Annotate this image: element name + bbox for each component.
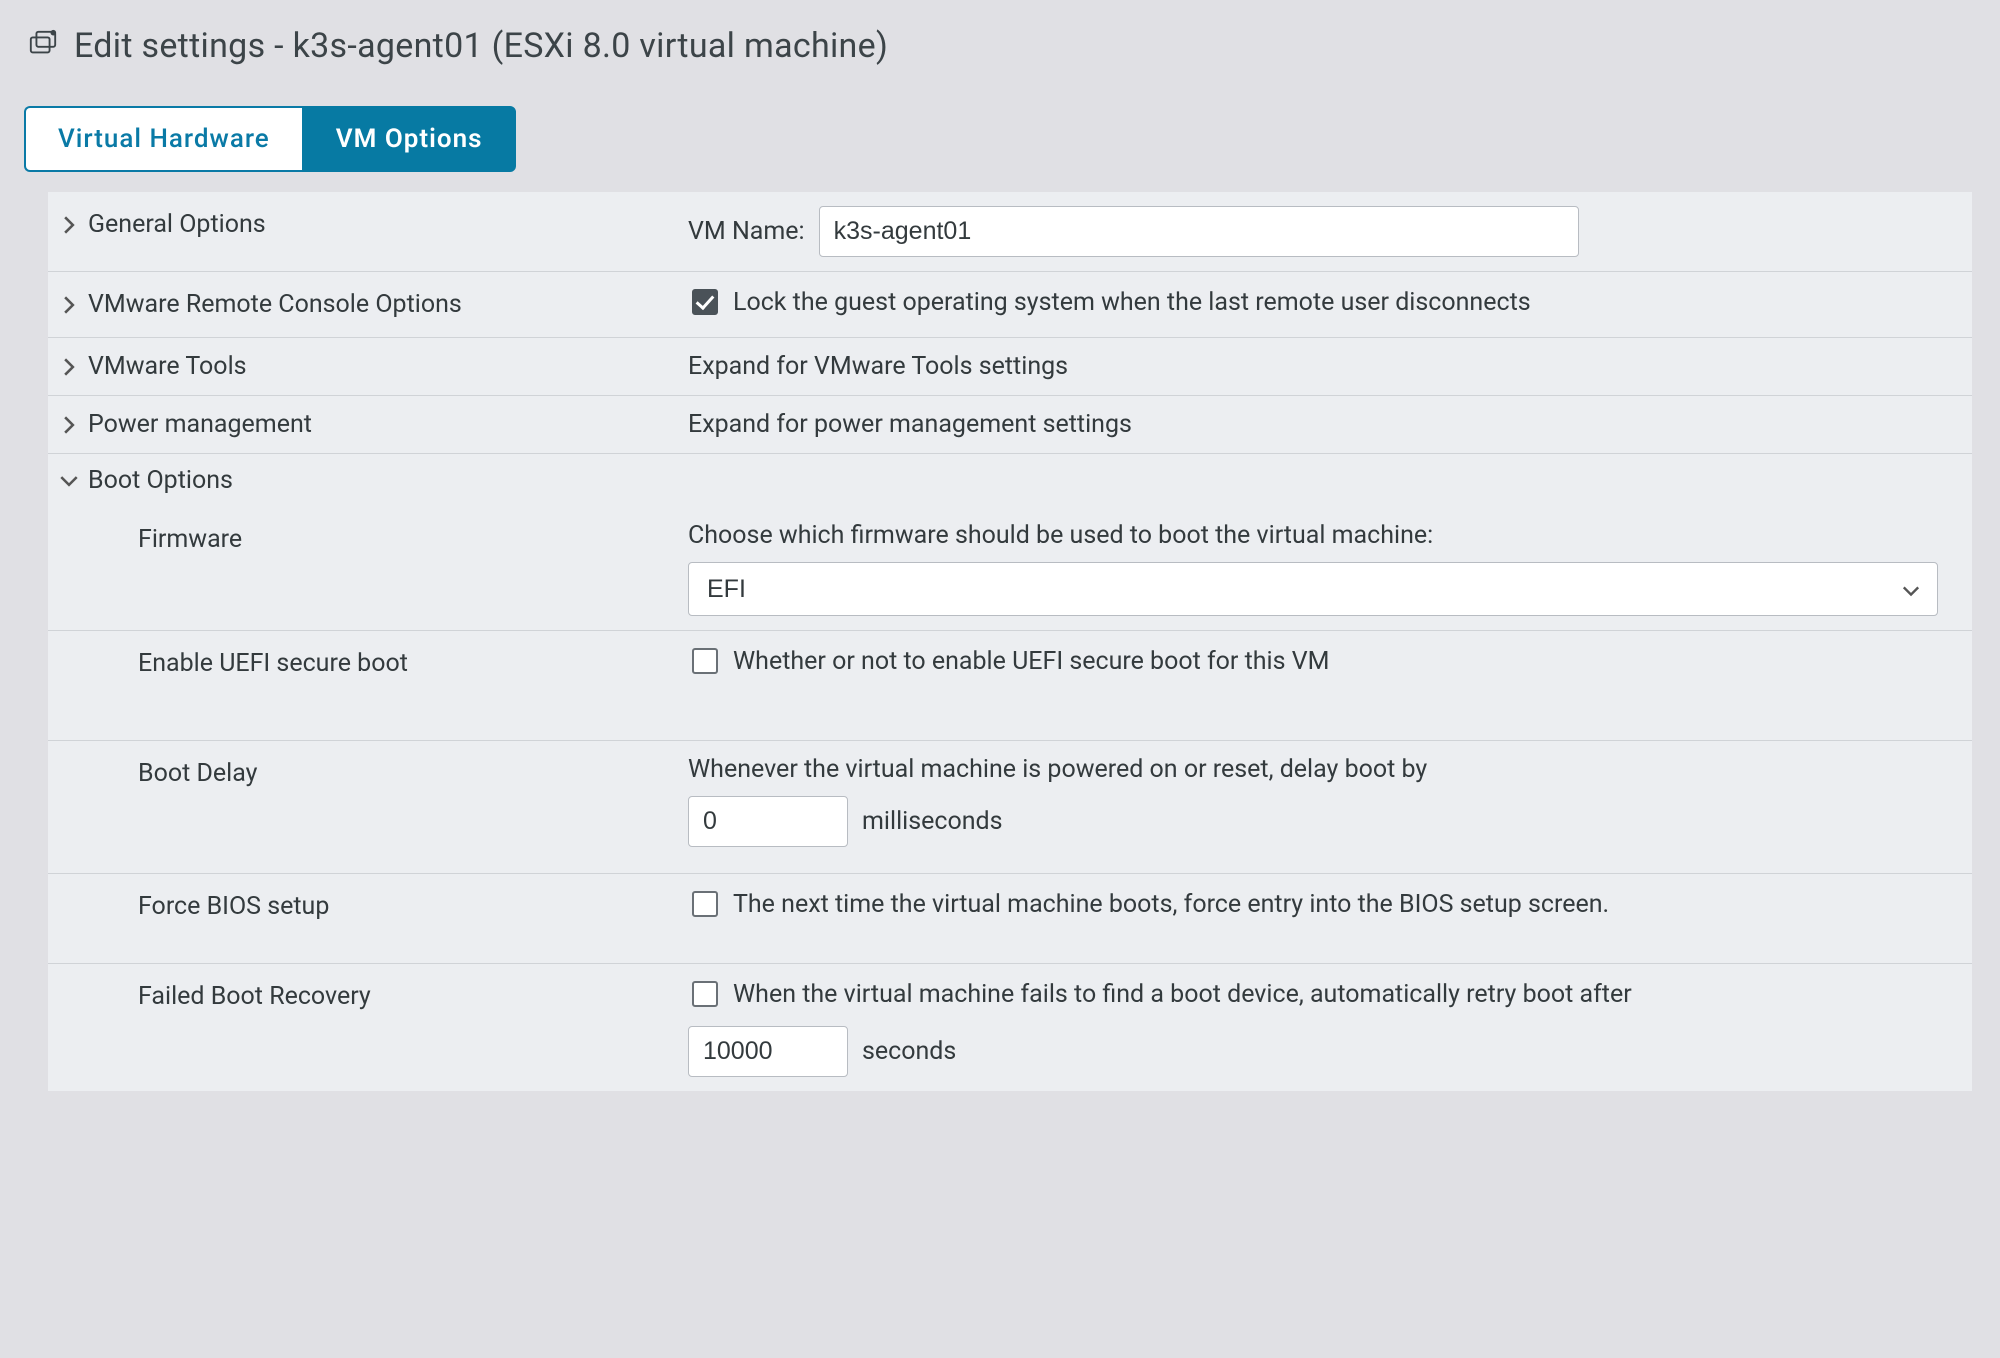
secure-boot-description: Whether or not to enable UEFI secure boo… xyxy=(733,647,1329,676)
label-failed-boot: Failed Boot Recovery xyxy=(138,982,371,1011)
row-boot-delay: Boot Delay Whenever the virtual machine … xyxy=(48,741,1972,874)
power-management-summary: Expand for power management settings xyxy=(688,410,1952,439)
label-general-options: General Options xyxy=(88,210,266,239)
force-bios-checkbox[interactable] xyxy=(692,891,718,917)
label-boot-options: Boot Options xyxy=(88,466,233,495)
label-boot-delay-cell: Boot Delay xyxy=(48,741,688,806)
row-vmware-tools: VMware Tools Expand for VMware Tools set… xyxy=(48,338,1972,396)
vmware-tools-summary: Expand for VMware Tools settings xyxy=(688,352,1952,381)
expander-power-management[interactable]: Power management xyxy=(48,396,688,453)
expander-vmware-tools[interactable]: VMware Tools xyxy=(48,338,688,395)
label-firmware: Firmware xyxy=(138,525,242,554)
row-firmware: Firmware Choose which firmware should be… xyxy=(48,507,1972,631)
edit-settings-dialog: Edit settings - k3s-agent01 (ESXi 8.0 vi… xyxy=(0,0,2000,1358)
chevron-down-icon xyxy=(58,474,80,488)
dialog-title: Edit settings - k3s-agent01 (ESXi 8.0 vi… xyxy=(74,26,888,66)
secure-boot-checkbox[interactable] xyxy=(692,648,718,674)
chevron-right-icon xyxy=(58,358,80,376)
label-vmware-tools: VMware Tools xyxy=(88,352,247,381)
expander-general-options[interactable]: General Options xyxy=(48,192,688,257)
label-force-bios-cell: Force BIOS setup xyxy=(48,874,688,939)
lock-guest-os-checkbox[interactable] xyxy=(692,289,718,315)
vm-settings-icon xyxy=(28,28,58,64)
tab-virtual-hardware[interactable]: Virtual Hardware xyxy=(24,106,302,172)
expander-boot-options[interactable]: Boot Options xyxy=(48,454,688,507)
label-secure-boot: Enable UEFI secure boot xyxy=(138,649,408,678)
label-power-management: Power management xyxy=(88,410,312,439)
boot-delay-input[interactable] xyxy=(688,796,848,847)
firmware-select[interactable]: EFI xyxy=(688,562,1938,616)
tabs: Virtual Hardware VM Options xyxy=(24,106,2000,172)
vm-name-input[interactable] xyxy=(819,206,1579,257)
settings-panel: General Options VM Name: VMware Remote C… xyxy=(48,192,1972,1091)
boot-delay-unit: milliseconds xyxy=(862,807,1003,836)
failed-boot-unit: seconds xyxy=(862,1037,956,1066)
row-power-management: Power management Expand for power manage… xyxy=(48,396,1972,454)
label-remote-console: VMware Remote Console Options xyxy=(88,290,462,319)
label-failed-boot-cell: Failed Boot Recovery xyxy=(48,964,688,1029)
row-failed-boot-recovery: Failed Boot Recovery When the virtual ma… xyxy=(48,964,1972,1091)
chevron-right-icon xyxy=(58,296,80,314)
vm-name-label: VM Name: xyxy=(688,217,805,246)
label-secure-boot-cell: Enable UEFI secure boot xyxy=(48,631,688,696)
expander-remote-console[interactable]: VMware Remote Console Options xyxy=(48,272,688,337)
label-force-bios: Force BIOS setup xyxy=(138,892,329,921)
label-boot-delay: Boot Delay xyxy=(138,759,257,788)
lock-guest-os-label: Lock the guest operating system when the… xyxy=(733,288,1531,317)
row-remote-console: VMware Remote Console Options Lock the g… xyxy=(48,272,1972,338)
dialog-title-bar: Edit settings - k3s-agent01 (ESXi 8.0 vi… xyxy=(20,20,2000,86)
row-secure-boot: Enable UEFI secure boot Whether or not t… xyxy=(48,631,1972,741)
chevron-right-icon xyxy=(58,416,80,434)
failed-boot-description: When the virtual machine fails to find a… xyxy=(733,980,1632,1009)
chevron-right-icon xyxy=(58,216,80,234)
row-general-options: General Options VM Name: xyxy=(48,192,1972,272)
firmware-description: Choose which firmware should be used to … xyxy=(688,521,1952,550)
failed-boot-delay-input[interactable] xyxy=(688,1026,848,1077)
row-boot-options: Boot Options xyxy=(48,454,1972,507)
row-force-bios: Force BIOS setup The next time the virtu… xyxy=(48,874,1972,964)
tab-vm-options[interactable]: VM Options xyxy=(302,106,517,172)
label-firmware-cell: Firmware xyxy=(48,507,688,572)
boot-delay-description: Whenever the virtual machine is powered … xyxy=(688,755,1952,784)
failed-boot-checkbox[interactable] xyxy=(692,981,718,1007)
force-bios-description: The next time the virtual machine boots,… xyxy=(733,890,1609,919)
